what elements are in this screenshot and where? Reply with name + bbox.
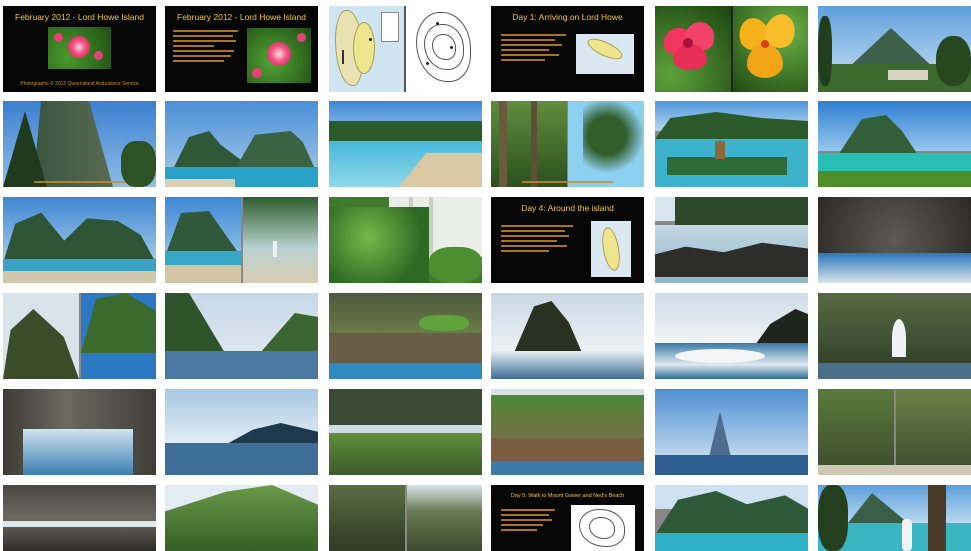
thumb-cliff-surf[interactable] [3,389,156,475]
thumb-mountain-beach[interactable] [3,197,156,283]
route-map [576,34,634,74]
photo-caption [33,181,126,183]
thumb-crashing-waves[interactable] [655,293,808,379]
slide-text [173,30,241,65]
thumb-intro-slide[interactable]: February 2012 - Lord Howe Island [165,6,318,92]
route-map [591,221,631,277]
slide-title: Day 4: Around the island [521,202,614,213]
flower-photo [247,28,311,83]
thumb-turquoise-bay[interactable] [818,101,971,187]
slide-title: February 2012 - Lord Howe Island [15,11,144,22]
thumb-rock-platform[interactable] [3,485,156,551]
thumb-palm-forest[interactable] [491,101,644,187]
thumb-green-headland[interactable] [491,389,644,475]
canna-photo [733,6,808,92]
thumb-sea-terraces[interactable] [329,293,482,379]
thumb-island-maps[interactable] [329,6,482,92]
thumb-garden-house[interactable] [329,197,482,283]
thumb-sea-cave[interactable] [818,197,971,283]
thumb-lagoon-hills[interactable] [655,485,808,551]
thumb-rocky-shore[interactable] [655,197,808,283]
thumb-day4-slide[interactable]: Day 4: Around the island [491,197,644,283]
thumb-valley-water[interactable] [165,293,318,379]
slide-text [501,225,581,255]
thumb-cliff-pines[interactable] [3,101,156,187]
thumb-boat-lagoon[interactable] [655,101,808,187]
thumbnail-grid: February 2012 - Lord Howe Island Photogr… [0,0,971,551]
thumb-mossy-cliffs[interactable] [818,389,971,475]
thumb-flowers[interactable] [655,6,808,92]
thumb-forested-peak[interactable] [165,485,318,551]
thumb-beach-walk[interactable] [165,197,318,283]
slide-title: February 2012 - Lord Howe Island [177,11,306,22]
walking-map [571,505,635,551]
slide-title: Day 5: Walk to Mount Gower and Ned's Bea… [510,493,625,499]
slide-text [501,34,569,64]
thumb-cliff-pair[interactable] [329,485,482,551]
thumb-day5-slide[interactable]: Day 5: Walk to Mount Gower and Ned's Bea… [491,485,644,551]
location-map [329,6,405,92]
thumb-title-slide[interactable]: February 2012 - Lord Howe Island Photogr… [3,6,156,92]
walking-map [406,6,482,92]
thumb-lagoon-mountains[interactable] [165,101,318,187]
slide-text [501,509,561,534]
thumb-rock-arch[interactable] [818,293,971,379]
hibiscus-photo [655,6,732,92]
thumb-beach-person[interactable] [818,485,971,551]
thumb-distant-island[interactable] [165,389,318,475]
thumb-beach-bay[interactable] [329,101,482,187]
slide-title: Day 1: Arriving on Lord Howe [512,11,623,22]
thumb-mount-view[interactable] [818,6,971,92]
thumb-day1-slide[interactable]: Day 1: Arriving on Lord Howe [491,6,644,92]
thumb-rock-stack[interactable] [491,293,644,379]
thumb-balls-pyramid[interactable] [655,389,808,475]
flower-photo [48,27,111,69]
slide-caption: Photographs © 2012 Queensland Ambulance … [20,81,139,87]
photo-caption [521,181,614,183]
thumb-coastal-cliffs[interactable] [329,389,482,475]
thumb-hill-lagoon[interactable] [3,293,156,379]
